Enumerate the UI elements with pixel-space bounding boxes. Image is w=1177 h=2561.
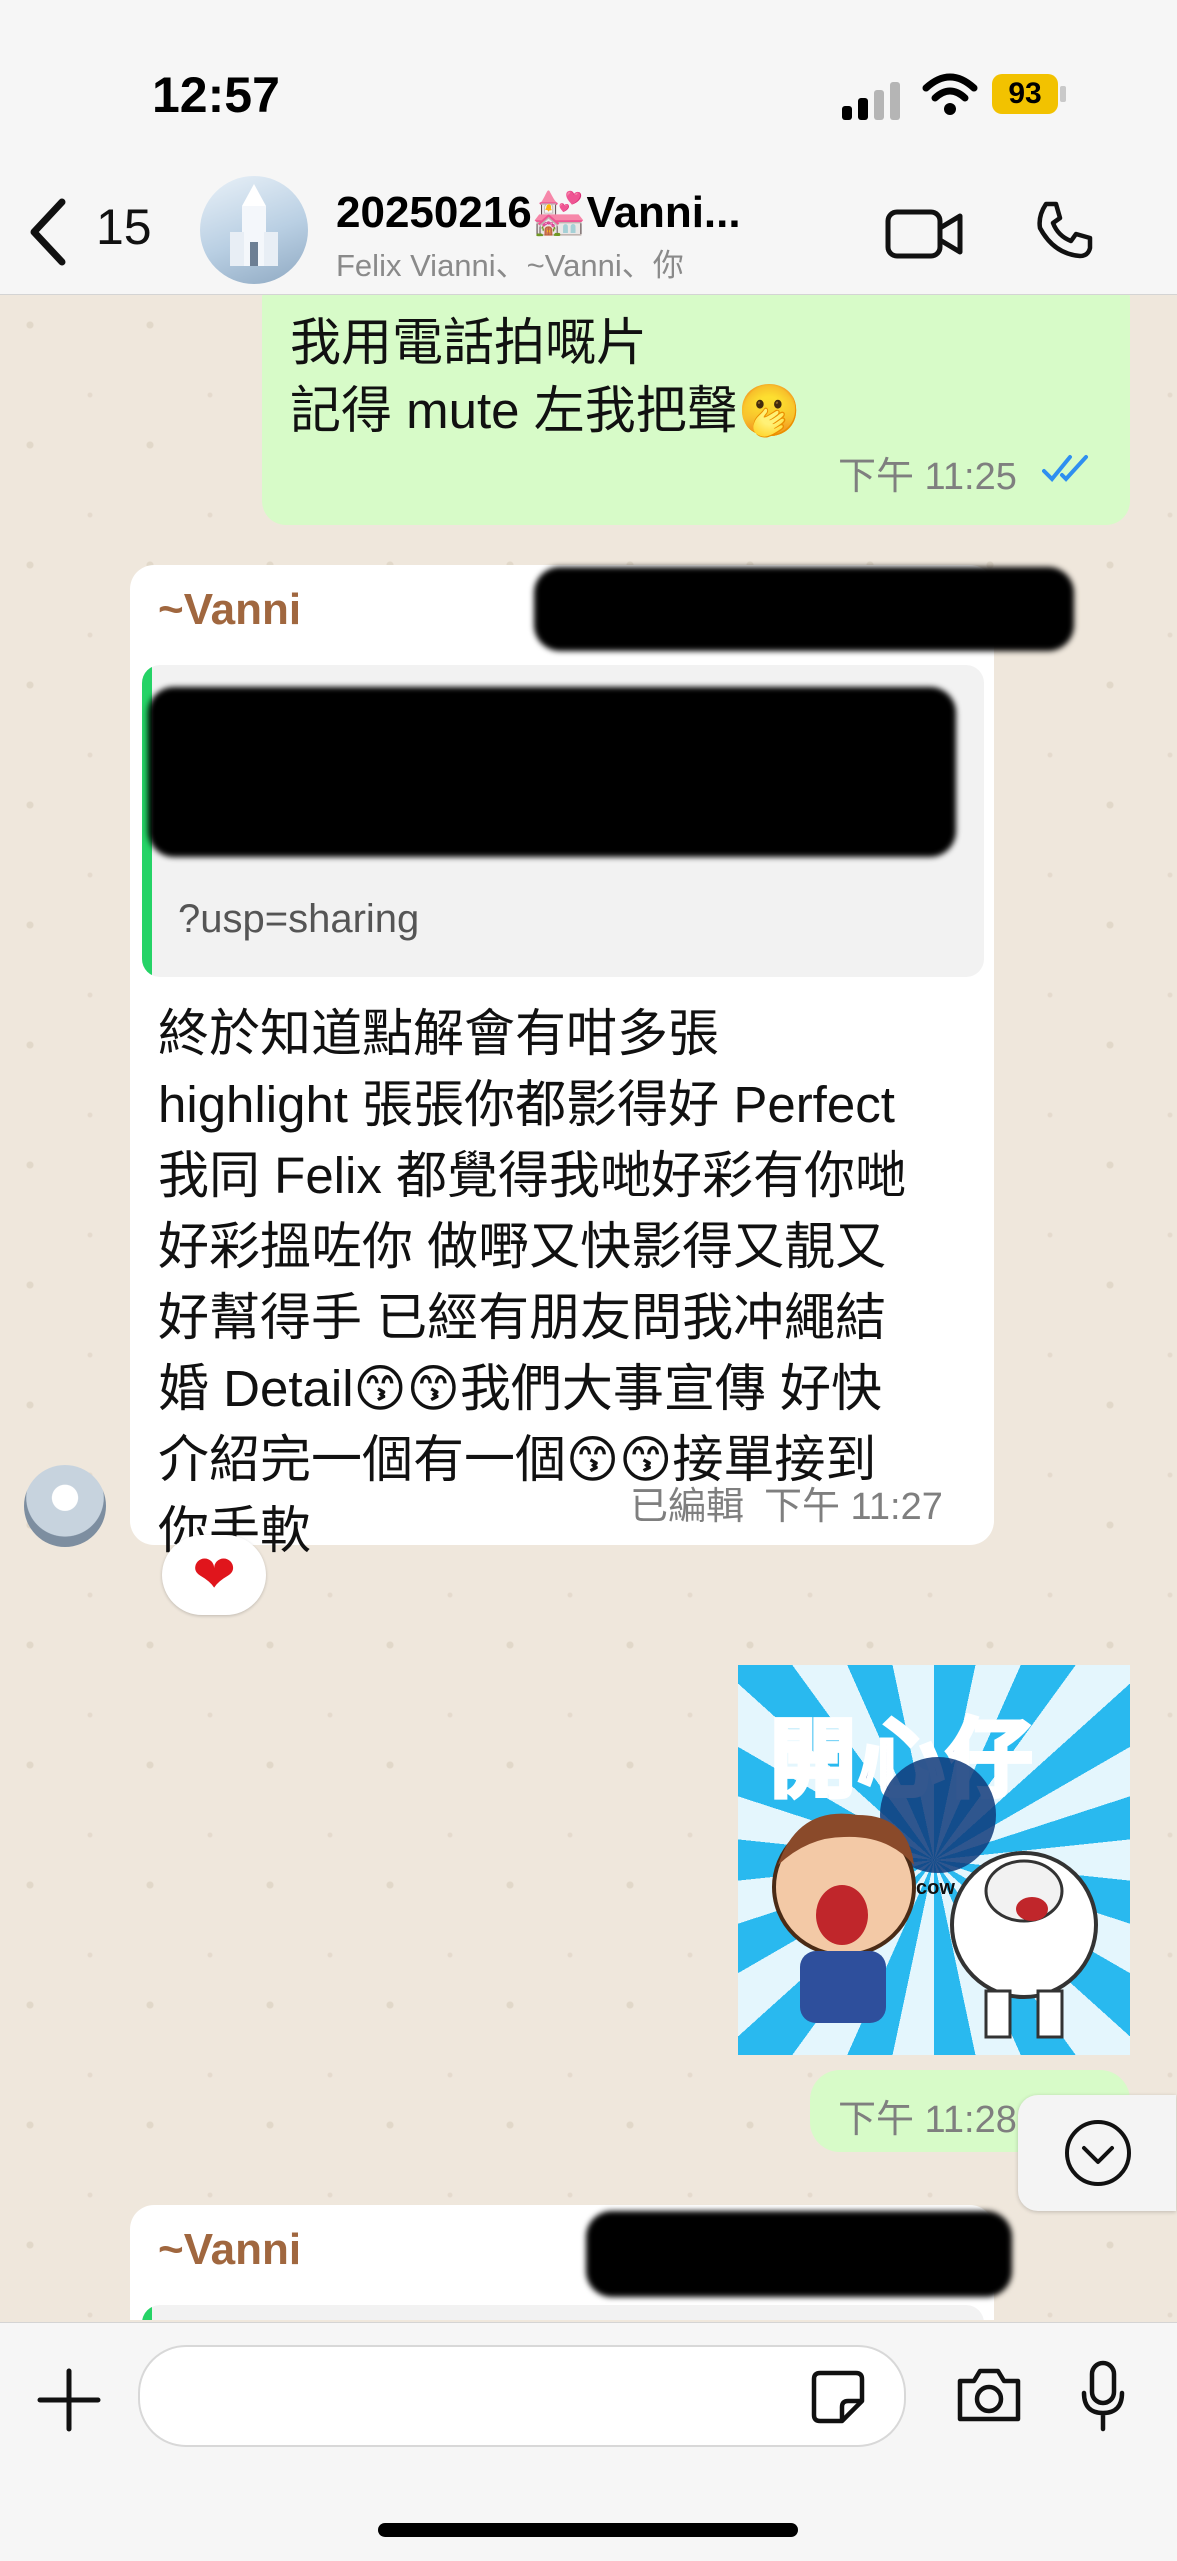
- status-bar: 12:57 93: [0, 0, 1177, 170]
- redacted-phone: [586, 2211, 1012, 2297]
- link-preview[interactable]: [142, 2305, 984, 2320]
- back-chevron-icon[interactable]: [20, 192, 80, 272]
- sticker-label: cow: [916, 1877, 955, 1899]
- incoming-message[interactable]: ~Vanni ?usp=sharing 終於知道點解會有咁多張 highligh…: [130, 565, 1074, 1559]
- battery-indicator: 93: [992, 74, 1068, 114]
- video-call-icon[interactable]: [884, 204, 964, 264]
- unread-count[interactable]: 15: [96, 198, 152, 256]
- outgoing-message[interactable]: 我用電話拍嘅片 記得 mute 左我把聲🫢 下午 11:25: [262, 295, 1130, 525]
- sticker-message[interactable]: 開心仔 cow: [738, 1665, 1130, 2055]
- message-time: 下午 11:25: [838, 456, 1017, 498]
- edited-label: 已編輯: [630, 1486, 745, 1528]
- status-time: 12:57: [152, 67, 280, 123]
- sender-avatar[interactable]: [24, 1465, 106, 1547]
- chat-members[interactable]: Felix Vianni、~Vanni、你: [336, 240, 684, 285]
- link-preview[interactable]: ?usp=sharing: [142, 665, 984, 977]
- church-photo-icon: [230, 184, 278, 266]
- chevron-down-circle-icon: [1065, 2120, 1131, 2186]
- sender-name: ~Vanni: [158, 585, 302, 634]
- battery-tip: [1060, 86, 1066, 102]
- group-avatar[interactable]: [200, 176, 308, 284]
- link-tail: ?usp=sharing: [178, 897, 420, 941]
- message-input[interactable]: [138, 2345, 906, 2447]
- wifi-icon: [922, 73, 978, 115]
- redacted-link: [148, 687, 956, 857]
- message-composer: [0, 2322, 1177, 2561]
- home-indicator: [378, 2523, 798, 2537]
- chat-header: 15 20250216💒Vanni... Felix Vianni、~Vanni…: [0, 170, 1177, 295]
- plus-icon[interactable]: [36, 2367, 102, 2433]
- message-text: 我用電話拍嘅片 記得 mute 左我把聲🫢: [290, 314, 802, 439]
- chat-title[interactable]: 20250216💒Vanni...: [336, 186, 806, 238]
- message-time: 下午 11:27: [764, 1486, 943, 1528]
- heart-reaction[interactable]: ❤: [162, 1535, 266, 1615]
- camera-icon[interactable]: [954, 2365, 1024, 2425]
- sender-name: ~Vanni: [158, 2225, 302, 2274]
- scroll-to-bottom-button[interactable]: [1018, 2095, 1176, 2211]
- sticker-characters-icon: [772, 1757, 1098, 2039]
- battery-level: 93: [992, 74, 1058, 114]
- chat-messages-area[interactable]: 我用電話拍嘅片 記得 mute 左我把聲🫢 下午 11:25 ~Vanni ?u…: [0, 295, 1177, 2320]
- cellular-signal-icon: [842, 82, 900, 120]
- incoming-message[interactable]: ~Vanni: [130, 2205, 1012, 2320]
- read-receipt-icon: [1042, 455, 1088, 482]
- redacted-phone: [534, 567, 1074, 651]
- message-time: 下午 11:28: [838, 2099, 1017, 2141]
- microphone-icon[interactable]: [1078, 2359, 1128, 2433]
- quote-accent-bar: [142, 2305, 152, 2320]
- phone-call-icon[interactable]: [1032, 198, 1096, 262]
- sticker-icon[interactable]: [810, 2369, 866, 2425]
